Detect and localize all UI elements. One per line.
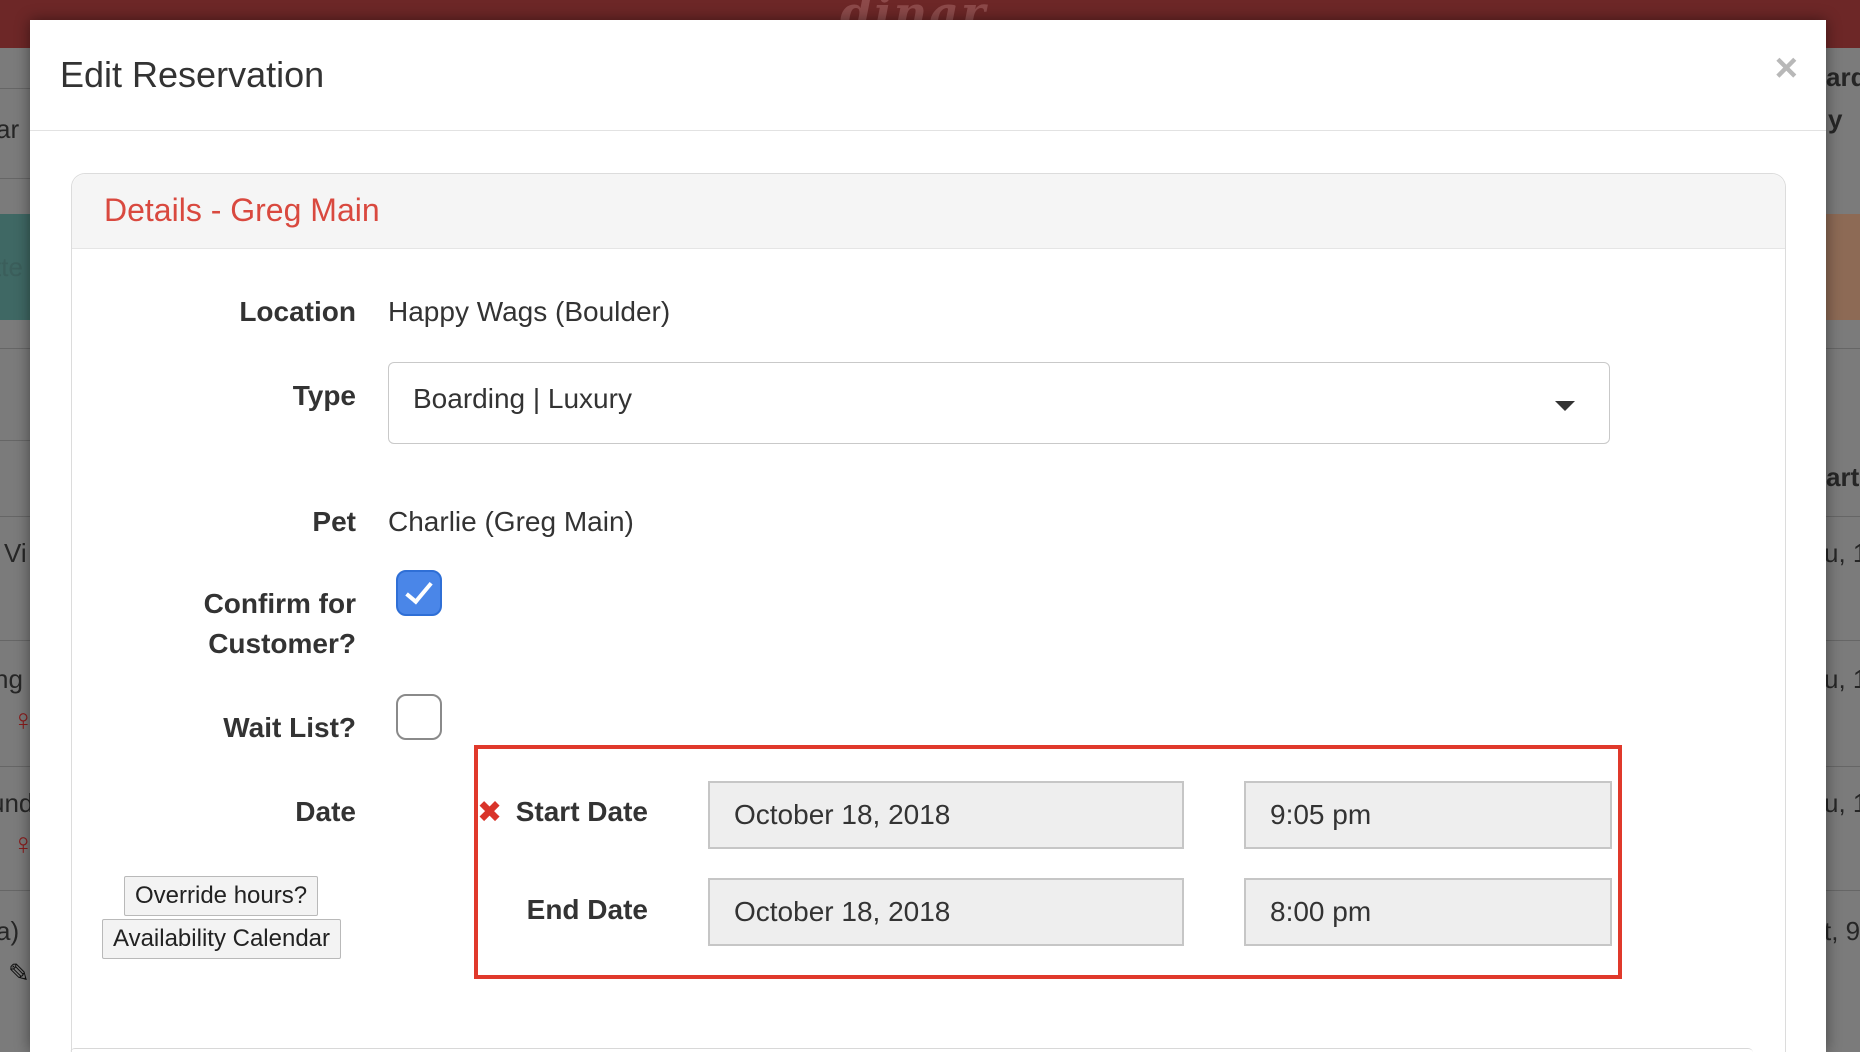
type-label: Type: [292, 380, 356, 411]
close-icon[interactable]: ×: [1775, 48, 1798, 88]
panel-title: Details - Greg Main: [104, 192, 380, 228]
location-value: Happy Wags (Boulder): [388, 296, 671, 327]
override-hours-button[interactable]: Override hours?: [124, 876, 319, 916]
edit-reservation-modal: Edit Reservation × Details - Greg Main L…: [30, 20, 1826, 1052]
bg-left-fragment: ar: [0, 114, 20, 144]
end-date-input[interactable]: October 18, 2018: [708, 878, 1184, 946]
type-select[interactable]: Boarding | Luxury: [388, 362, 1610, 444]
bg-right-column: ard y art u, 1 u, 1 u, 1 t, 9: [1824, 48, 1860, 1052]
modal-header: Edit Reservation ×: [30, 20, 1826, 131]
start-date-label: Start Date: [515, 796, 648, 827]
end-date-label: End Date: [526, 894, 648, 925]
bg-right-fragment: t, 9: [1824, 916, 1860, 946]
bg-left-fragment: tte: [0, 252, 23, 282]
start-date-input[interactable]: October 18, 2018: [708, 781, 1184, 849]
bg-left-fragment: ng: [0, 664, 23, 694]
bg-left-fragment: und: [0, 788, 34, 818]
start-time-input[interactable]: 9:05 pm: [1244, 781, 1612, 849]
next-panel-edge: [70, 1048, 1753, 1052]
pencil-icon: ✎: [8, 958, 30, 988]
bg-right-fragment: u, 1: [1824, 664, 1860, 694]
bg-right-fragment: ard: [1826, 62, 1860, 92]
type-select-value: Boarding | Luxury: [413, 383, 632, 414]
bg-right-fragment: u, 1: [1824, 788, 1860, 818]
modal-title: Edit Reservation: [60, 54, 325, 95]
pet-label: Pet: [312, 506, 356, 537]
bg-left-fragment: Vi: [4, 538, 27, 568]
waitlist-checkbox[interactable]: [396, 694, 442, 740]
confirm-customer-checkbox[interactable]: [396, 570, 442, 616]
waitlist-label: Wait List?: [223, 712, 356, 743]
bg-right-tan-block: [1826, 214, 1860, 320]
caret-down-icon: [1555, 401, 1575, 411]
bg-right-fragment: u, 1: [1824, 538, 1860, 568]
availability-calendar-button[interactable]: Availability Calendar: [102, 919, 342, 959]
location-label: Location: [239, 296, 356, 327]
bg-right-fragment: y: [1828, 104, 1843, 134]
date-label: Date: [295, 796, 356, 827]
bg-left-fragment: a): [0, 916, 20, 946]
pet-value: Charlie (Greg Main): [388, 506, 634, 537]
error-x-icon: ✖: [477, 796, 503, 829]
bg-right-fragment: art: [1826, 462, 1860, 492]
bg-left-column: ar tte Vi ng ♀ und ♀ a) ✎: [0, 48, 35, 1052]
panel-heading: Details - Greg Main: [72, 174, 1785, 249]
confirm-label-line1: Confirm for: [203, 588, 356, 619]
end-time-input[interactable]: 8:00 pm: [1244, 878, 1612, 946]
confirm-label-line2: Customer?: [208, 628, 356, 659]
